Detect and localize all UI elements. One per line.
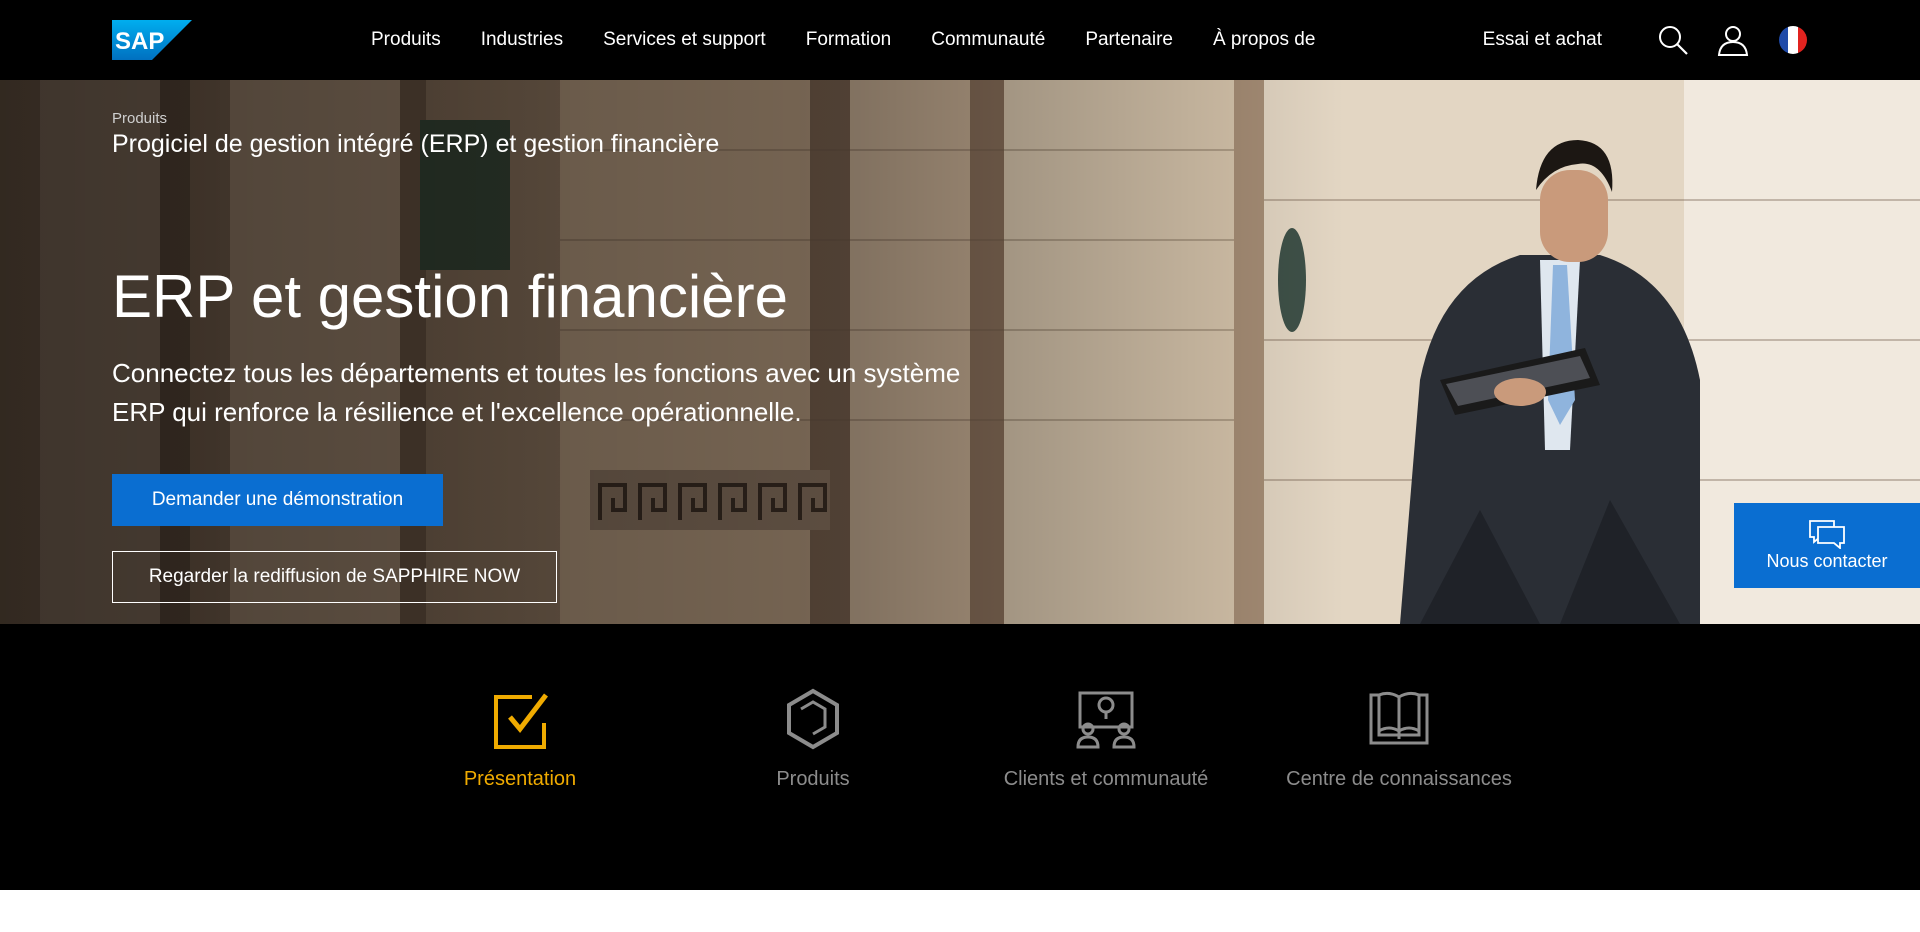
hero-background-image <box>0 80 1920 624</box>
chat-icon <box>1809 520 1845 549</box>
community-icon <box>1071 684 1141 754</box>
nav-produits[interactable]: Produits <box>351 29 461 51</box>
nav-partenaire[interactable]: Partenaire <box>1065 29 1193 51</box>
header-actions: Essai et achat <box>1483 0 1810 80</box>
tab-label: Clients et communauté <box>1003 768 1209 790</box>
breadcrumb[interactable]: Produits <box>112 110 167 127</box>
tab-presentation[interactable]: Présentation <box>400 684 640 792</box>
tab-label: Centre de connaissances <box>1286 768 1512 790</box>
tab-centre-connaissances[interactable]: Centre de connaissances <box>1279 684 1519 792</box>
svg-text:SAP: SAP <box>115 28 164 55</box>
cube-icon <box>778 684 848 754</box>
nav-formation[interactable]: Formation <box>786 29 912 51</box>
nav-industries[interactable]: Industries <box>461 29 583 51</box>
watch-replay-button[interactable]: Regarder la rediffusion de SAPPHIRE NOW <box>112 551 557 603</box>
tab-label: Présentation <box>463 768 577 790</box>
flag-france-icon[interactable] <box>1776 23 1810 57</box>
top-navigation: SAP Produits Industries Services et supp… <box>0 0 1920 80</box>
hero-description: Connectez tous les départements et toute… <box>112 358 961 427</box>
user-icon[interactable] <box>1716 23 1750 57</box>
book-icon <box>1364 684 1434 754</box>
request-demo-button[interactable]: Demander une démonstration <box>112 474 443 526</box>
contact-us-button[interactable]: Nous contacter <box>1734 503 1920 588</box>
page-subtitle: Progiciel de gestion intégré (ERP) et ge… <box>112 130 720 158</box>
hero-banner: Produits Progiciel de gestion intégré (E… <box>0 80 1920 624</box>
page-title: ERP et gestion financière <box>112 263 788 330</box>
tab-label: Produits <box>776 768 850 790</box>
section-tabs: Présentation Produits Clients et communa… <box>0 624 1920 890</box>
tab-clients-communaute[interactable]: Clients et communauté <box>986 684 1226 792</box>
main-nav: Produits Industries Services et support … <box>351 0 1335 80</box>
contact-us-label: Nous contacter <box>1766 551 1888 571</box>
trial-purchase-link[interactable]: Essai et achat <box>1483 29 1602 51</box>
search-icon[interactable] <box>1656 23 1690 57</box>
checkbox-icon <box>485 684 555 754</box>
page-content-area <box>0 890 1920 932</box>
nav-a-propos[interactable]: À propos de <box>1193 29 1335 51</box>
sap-logo[interactable]: SAP <box>112 20 192 60</box>
nav-communaute[interactable]: Communauté <box>911 29 1065 51</box>
tab-produits[interactable]: Produits <box>693 684 933 792</box>
nav-services-support[interactable]: Services et support <box>583 29 786 51</box>
